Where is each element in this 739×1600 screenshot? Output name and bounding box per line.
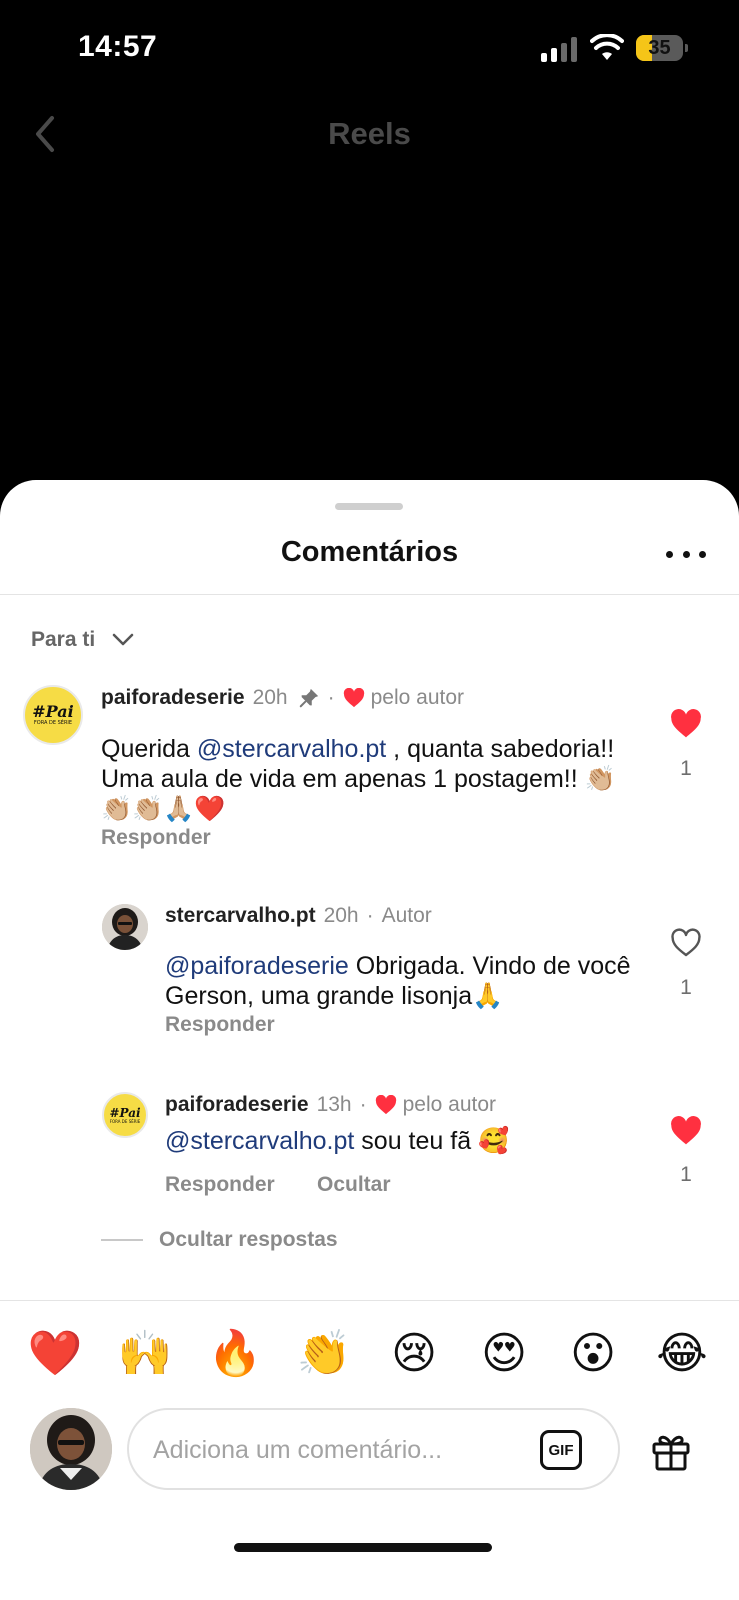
like-count: 1 [680, 976, 692, 999]
logo-subtext: FORA DE SÉRIE [33, 720, 73, 726]
thread-line [101, 1239, 143, 1241]
mention-link[interactable]: @stercarvalho.pt [165, 1127, 354, 1155]
emoji-fire[interactable]: 🔥 [207, 1326, 263, 1382]
like-count: 1 [680, 1163, 692, 1186]
liked-by-author-label: pelo autor [370, 686, 465, 709]
reply-button[interactable]: Responder [165, 1013, 275, 1037]
emoji-clap[interactable]: 👏 [296, 1326, 352, 1382]
status-time: 14:57 [78, 30, 158, 63]
emoji-quick-bar: ❤️ 🙌 🔥 👏 😢 😍 😮 😂 [0, 1326, 739, 1382]
heart-outline-icon[interactable] [670, 928, 702, 958]
comment-text-rest: sou teu fã 🥰 [354, 1127, 510, 1155]
current-user-avatar [30, 1408, 112, 1490]
hide-replies-label: Ocultar respostas [159, 1228, 338, 1251]
author-badge: Autor [381, 904, 432, 927]
separator: · [366, 904, 374, 927]
gif-button[interactable]: GIF [540, 1430, 582, 1470]
comment-text: Querida @stercarvalho.pt , quanta sabedo… [101, 734, 631, 824]
reply-button[interactable]: Responder [165, 1173, 275, 1197]
reply-button[interactable]: Responder [101, 826, 211, 850]
separator: · [327, 686, 335, 709]
logo-subtext: FORA DE SÉRIE [109, 1118, 141, 1124]
like-count: 1 [680, 757, 692, 780]
comment-time: 13h [316, 1093, 352, 1116]
heart-icon [343, 688, 364, 708]
mention-link[interactable]: @stercarvalho.pt [197, 735, 386, 763]
more-options-button[interactable] [666, 546, 706, 562]
sheet-title: Comentários [280, 536, 459, 568]
comment-time: 20h [323, 904, 359, 927]
username[interactable]: paiforadeserie [165, 1093, 309, 1117]
mention-link[interactable]: @paiforadeserie [165, 952, 349, 980]
gift-icon[interactable] [650, 1430, 692, 1472]
gif-label: GIF [548, 1441, 574, 1459]
hide-replies-button[interactable]: Ocultar respostas [101, 1228, 338, 1252]
comment-text: @paiforadeserie Obrigada. Vindo de você … [165, 951, 635, 1011]
avatar[interactable] [102, 904, 148, 950]
avatar[interactable]: #Pai FORA DE SÉRIE [102, 1092, 148, 1138]
comment-text: @stercarvalho.pt sou teu fã 🥰 [165, 1126, 635, 1156]
username[interactable]: stercarvalho.pt [165, 904, 316, 928]
comment-input[interactable]: Adiciona um comentário... GIF [127, 1408, 620, 1490]
wifi-icon [590, 34, 624, 60]
divider [0, 1300, 739, 1301]
emoji-laughing[interactable]: 😂 [654, 1326, 710, 1382]
logo-text: #Pai [109, 1105, 141, 1120]
avatar[interactable]: #Pai FORA DE SÉRIE [23, 685, 83, 745]
divider [0, 594, 739, 595]
comment-input-placeholder: Adiciona um comentário... [153, 1436, 443, 1464]
emoji-heart[interactable]: ❤️ [27, 1326, 83, 1382]
pin-icon [299, 688, 318, 708]
sort-label: Para ti [31, 628, 96, 651]
cellular-signal-icon [541, 36, 577, 62]
battery-level: 35 [648, 37, 671, 59]
heart-icon [375, 1095, 396, 1115]
page-title: Reels [328, 116, 411, 151]
home-indicator [234, 1543, 492, 1552]
emoji-raised-hands[interactable]: 🙌 [117, 1326, 173, 1382]
chevron-down-icon [112, 633, 134, 646]
comment-time: 20h [252, 686, 288, 709]
username[interactable]: paiforadeserie [101, 686, 245, 710]
liked-by-author-label: pelo autor [402, 1093, 497, 1116]
status-bar: 14:57 35 [0, 0, 739, 100]
emoji-heart-eyes[interactable]: 😍 [476, 1326, 532, 1382]
battery-icon: 35 [636, 35, 688, 61]
heart-icon[interactable] [670, 1116, 702, 1146]
hide-comment-button[interactable]: Ocultar [317, 1173, 391, 1197]
emoji-crying[interactable]: 😢 [386, 1326, 442, 1382]
separator: · [359, 1093, 367, 1116]
logo-text: #Pai [32, 702, 74, 721]
emoji-surprised[interactable]: 😮 [565, 1326, 621, 1382]
heart-icon[interactable] [670, 709, 702, 739]
sort-dropdown[interactable]: Para ti [31, 620, 135, 660]
sheet-grabber[interactable] [335, 503, 403, 510]
comment-text-start: Querida [101, 735, 197, 763]
